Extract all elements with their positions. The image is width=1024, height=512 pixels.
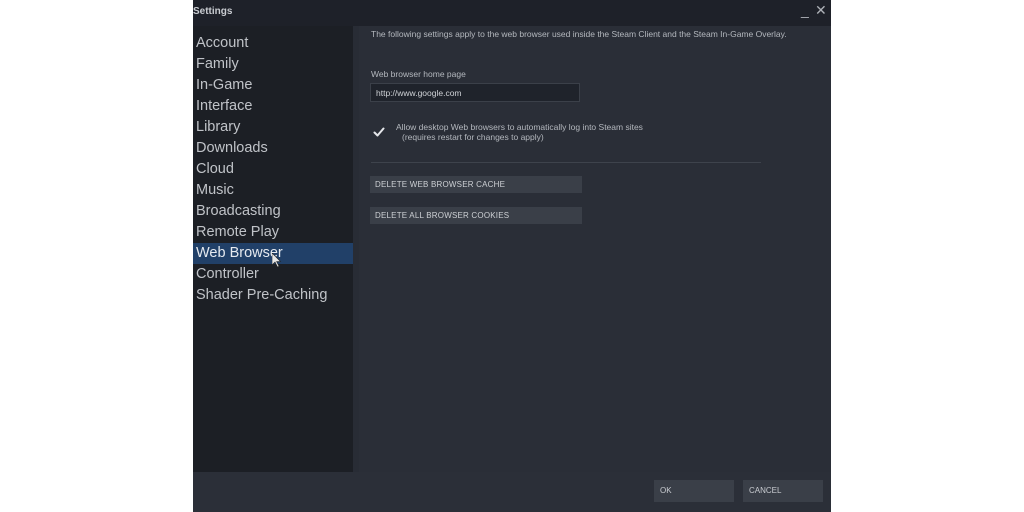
close-icon[interactable]: ✕ (815, 2, 827, 19)
ok-button[interactable]: OK (654, 480, 734, 502)
mouse-cursor-icon (272, 253, 282, 268)
web-browser-settings-panel: The following settings apply to the web … (359, 26, 831, 472)
auto-login-checkbox[interactable] (373, 125, 385, 137)
delete-cookies-button[interactable]: DELETE ALL BROWSER COOKIES (370, 207, 582, 224)
sidebar-item-downloads[interactable]: Downloads (193, 138, 353, 159)
auto-login-sublabel: (requires restart for changes to apply) (402, 132, 544, 142)
sidebar-item-interface[interactable]: Interface (193, 96, 353, 117)
sidebar-item-account[interactable]: Account (193, 33, 353, 54)
sidebar-item-music[interactable]: Music (193, 180, 353, 201)
sidebar-item-remote-play[interactable]: Remote Play (193, 222, 353, 243)
cancel-button[interactable]: CANCEL (743, 480, 823, 502)
window-title: Settings (193, 6, 233, 17)
dialog-footer: OK CANCEL (193, 472, 831, 512)
settings-window: Settings _ ✕ Account Family In-Game Inte… (193, 0, 831, 512)
checkmark-icon (373, 127, 385, 137)
sidebar-item-family[interactable]: Family (193, 54, 353, 75)
auto-login-label-text: Allow desktop Web browsers to automatica… (396, 122, 643, 132)
settings-description: The following settings apply to the web … (371, 29, 787, 39)
sidebar-item-library[interactable]: Library (193, 117, 353, 138)
sidebar-item-cloud[interactable]: Cloud (193, 159, 353, 180)
home-page-input[interactable] (370, 83, 580, 102)
section-divider (371, 162, 761, 163)
sidebar-item-in-game[interactable]: In-Game (193, 75, 353, 96)
title-bar[interactable]: Settings _ ✕ (193, 0, 831, 26)
minimize-icon[interactable]: _ (801, 2, 809, 18)
home-page-label: Web browser home page (371, 69, 466, 79)
auto-login-label: Allow desktop Web browsers to automatica… (396, 122, 643, 142)
settings-sidebar: Account Family In-Game Interface Library… (193, 26, 353, 472)
sidebar-item-broadcasting[interactable]: Broadcasting (193, 201, 353, 222)
delete-cache-button[interactable]: DELETE WEB BROWSER CACHE (370, 176, 582, 193)
sidebar-item-shader-pre-caching[interactable]: Shader Pre-Caching (193, 285, 353, 306)
